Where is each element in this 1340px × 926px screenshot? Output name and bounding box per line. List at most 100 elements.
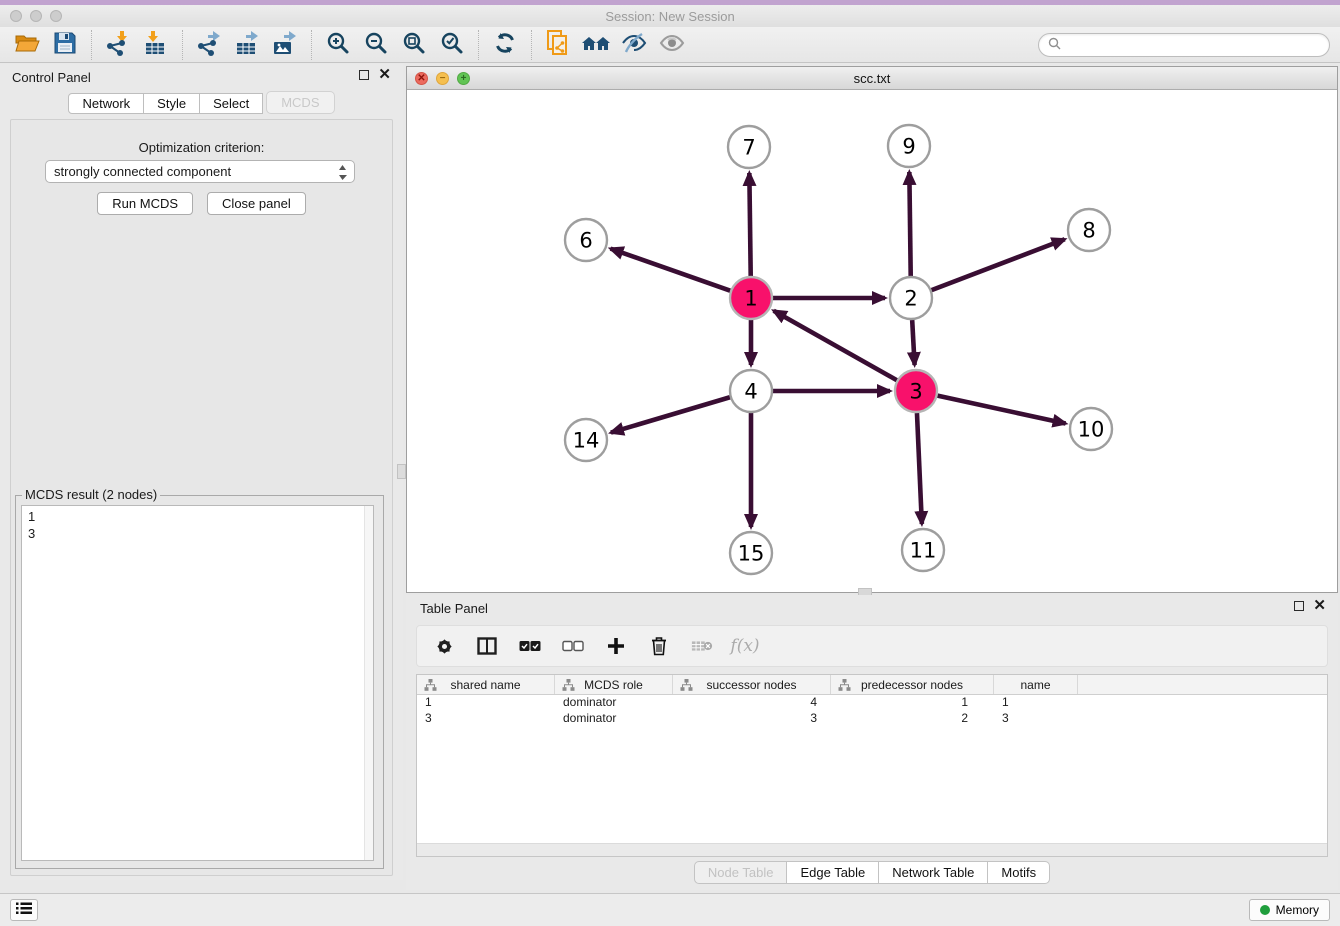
network-close-button[interactable]: ✕	[415, 72, 428, 85]
apply-layout-button[interactable]	[486, 29, 524, 61]
table-row[interactable]: 3dominator323	[417, 711, 1327, 727]
node-2[interactable]: 2	[890, 277, 932, 319]
search-input[interactable]	[1066, 38, 1320, 52]
import-table-button[interactable]	[137, 29, 175, 61]
new-network-from-selection-button[interactable]	[539, 29, 577, 61]
control-panel: Control Panel ✕ NetworkStyleSelectMCDS O…	[0, 64, 403, 880]
edge-1-6[interactable]	[611, 249, 731, 291]
node-14[interactable]: 14	[565, 419, 607, 461]
deselect-all-button[interactable]	[562, 635, 584, 657]
show-hidden-button[interactable]	[653, 29, 691, 61]
search-box[interactable]	[1038, 33, 1330, 57]
node-11[interactable]: 11	[902, 529, 944, 571]
table-row[interactable]: 1dominator411	[417, 695, 1327, 711]
edge-4-14[interactable]	[611, 397, 730, 432]
zoom-window-button[interactable]	[50, 10, 62, 22]
zoom-selected-button[interactable]	[433, 29, 471, 61]
tab-network-table[interactable]: Network Table	[879, 861, 988, 884]
svg-text:15: 15	[738, 542, 765, 566]
run-mcds-button[interactable]: Run MCDS	[97, 192, 193, 215]
window-controls	[10, 10, 62, 22]
node-10[interactable]: 10	[1070, 408, 1112, 450]
mcds-result-group: MCDS result (2 nodes) 1 3	[15, 495, 384, 869]
node-1[interactable]: 1	[730, 277, 772, 319]
memory-button[interactable]: Memory	[1249, 899, 1330, 921]
table-header: shared nameMCDS rolesuccessor nodesprede…	[417, 675, 1327, 695]
network-zoom-button[interactable]: +	[457, 72, 470, 85]
tab-select[interactable]: Select	[200, 93, 263, 114]
close-window-button[interactable]	[10, 10, 22, 22]
import-network-icon	[105, 30, 131, 59]
node-6[interactable]: 6	[565, 219, 607, 261]
zoom-out-button[interactable]	[357, 29, 395, 61]
tab-edge-table[interactable]: Edge Table	[787, 861, 879, 884]
edge-3-11[interactable]	[917, 413, 922, 524]
open-folder-icon	[14, 31, 41, 58]
table-settings-button[interactable]	[433, 635, 455, 657]
delete-row-button[interactable]	[648, 635, 670, 657]
export-image-button[interactable]	[266, 29, 304, 61]
minimize-window-button[interactable]	[30, 10, 42, 22]
add-row-button[interactable]	[605, 635, 627, 657]
select-all-button[interactable]	[519, 635, 541, 657]
svg-text:4: 4	[744, 380, 757, 404]
float-table-panel-icon[interactable]	[1294, 601, 1304, 611]
tab-mcds[interactable]: MCDS	[266, 91, 334, 114]
edge-2-9[interactable]	[909, 172, 910, 276]
zoom-fit-button[interactable]	[395, 29, 433, 61]
save-session-button[interactable]	[46, 29, 84, 61]
edge-1-7[interactable]	[749, 173, 750, 276]
column-header-predecessor-nodes[interactable]: predecessor nodes	[831, 675, 994, 694]
network-canvas[interactable]: 7 9 6 8 1 2 4 3 14 10 15 11	[407, 90, 1337, 592]
column-header-shared-name[interactable]: shared name	[417, 675, 555, 694]
import-network-button[interactable]	[99, 29, 137, 61]
search-icon	[1048, 37, 1061, 53]
float-panel-icon[interactable]	[359, 70, 369, 80]
tab-network[interactable]: Network	[68, 93, 144, 114]
split-panel-button[interactable]	[476, 635, 498, 657]
function-builder-button[interactable]: f(x)	[734, 635, 756, 657]
column-header-successor-nodes[interactable]: successor nodes	[673, 675, 831, 694]
svg-text:7: 7	[742, 136, 755, 160]
node-4[interactable]: 4	[730, 370, 772, 412]
export-network-button[interactable]	[190, 29, 228, 61]
splitter-handle[interactable]	[397, 464, 406, 479]
svg-text:14: 14	[573, 429, 600, 453]
zoom-in-button[interactable]	[319, 29, 357, 61]
network-minimize-button[interactable]: −	[436, 72, 449, 85]
open-session-button[interactable]	[8, 29, 46, 61]
node-8[interactable]: 8	[1068, 209, 1110, 251]
svg-text:1: 1	[744, 287, 757, 311]
node-3[interactable]: 3	[895, 370, 937, 412]
node-9[interactable]: 9	[888, 125, 930, 167]
task-history-button[interactable]	[10, 899, 38, 921]
column-header-MCDS-role[interactable]: MCDS role	[555, 675, 673, 694]
tab-node-table[interactable]: Node Table	[694, 861, 788, 884]
mcds-result-text[interactable]: 1 3	[21, 505, 374, 861]
close-panel-icon[interactable]: ✕	[378, 70, 391, 80]
delete-table-button[interactable]	[691, 635, 713, 657]
mcds-panel: Optimization criterion: strongly connect…	[10, 119, 393, 876]
network-window-titlebar[interactable]: ✕ − + scc.txt	[407, 67, 1337, 90]
edge-2-3[interactable]	[912, 320, 914, 365]
network-document-icon	[545, 29, 571, 60]
close-panel-button[interactable]: Close panel	[207, 192, 306, 215]
export-table-button[interactable]	[228, 29, 266, 61]
close-table-panel-icon[interactable]: ✕	[1313, 601, 1326, 611]
toolbar-separator	[531, 30, 532, 60]
criterion-select[interactable]: strongly connected component	[45, 160, 355, 183]
column-header-name[interactable]: name	[994, 675, 1078, 694]
zoom-out-icon	[364, 31, 388, 58]
result-scrollbar[interactable]	[364, 506, 373, 860]
tab-style[interactable]: Style	[144, 93, 200, 114]
edge-3-10[interactable]	[937, 396, 1065, 424]
eye-slash-icon	[620, 31, 648, 58]
tab-motifs[interactable]: Motifs	[988, 861, 1050, 884]
edge-3-1[interactable]	[774, 311, 897, 380]
edge-2-8[interactable]	[932, 239, 1065, 290]
houses-button[interactable]	[577, 29, 615, 61]
hide-selected-button[interactable]	[615, 29, 653, 61]
node-7[interactable]: 7	[728, 126, 770, 168]
svg-text:6: 6	[579, 229, 592, 253]
node-15[interactable]: 15	[730, 532, 772, 574]
